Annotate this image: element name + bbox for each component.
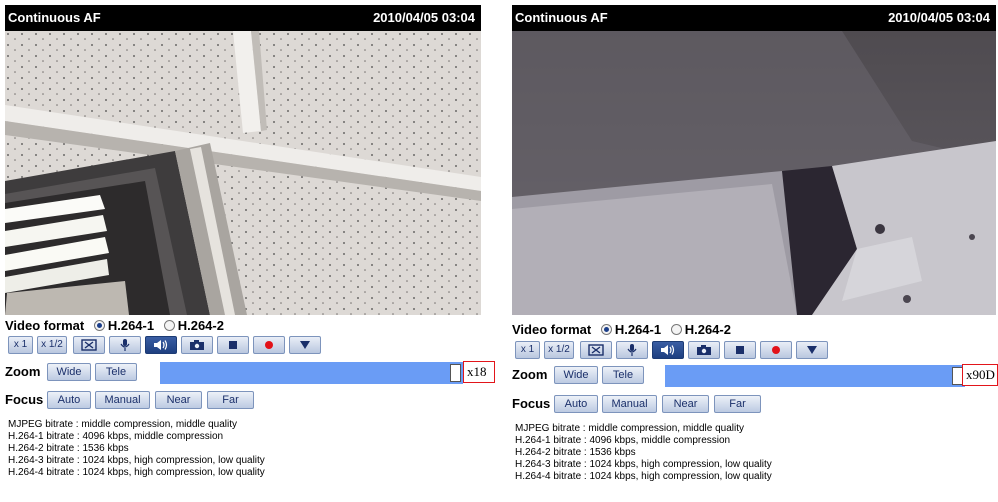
more-options-button[interactable] [796, 341, 828, 359]
format-option-label: H.264-1 [107, 318, 155, 333]
focus-near-button[interactable]: Near [155, 391, 202, 409]
bitrate-line: MJPEG bitrate : middle compression, midd… [8, 419, 237, 430]
more-options-button[interactable] [289, 336, 321, 354]
camera-icon [190, 340, 204, 350]
record-icon [772, 346, 780, 354]
fit-screen-button[interactable] [73, 336, 105, 354]
focus-manual-button[interactable]: Manual [95, 391, 150, 409]
zoom-x1-button[interactable]: x 1 [515, 341, 540, 359]
zoom-wide-button[interactable]: Wide [47, 363, 91, 381]
focus-auto-button[interactable]: Auto [554, 395, 598, 413]
bitrate-line: H.264-4 bitrate : 1024 kbps, high compre… [515, 471, 772, 482]
zoom-half-button[interactable]: x 1/2 [37, 336, 67, 354]
zoom-slider[interactable] [160, 362, 463, 384]
record-icon [265, 341, 273, 349]
zoom-slider-thumb[interactable] [450, 364, 461, 382]
video-format-row: Video format H.264-1 H.264-2 [512, 322, 731, 338]
zoom-value: x90D [962, 364, 998, 386]
microphone-button[interactable] [109, 336, 141, 354]
stop-icon [736, 346, 744, 354]
format-option-label: H.264-2 [684, 322, 731, 337]
focus-auto-button[interactable]: Auto [47, 391, 91, 409]
format-radio-h264-2[interactable] [670, 324, 682, 335]
fit-screen-icon [81, 339, 97, 351]
bitrate-line: H.264-1 bitrate : 4096 kbps, middle comp… [515, 435, 731, 446]
format-radio-h264-1[interactable] [600, 324, 612, 335]
focus-label: Focus [512, 396, 551, 411]
zoom-label: Zoom [5, 364, 41, 379]
mode-title: Continuous AF [8, 10, 101, 25]
bitrate-line: H.264-2 bitrate : 1536 kbps [8, 443, 129, 454]
speaker-button[interactable] [652, 341, 684, 359]
focus-label: Focus [5, 392, 44, 407]
zoom-label: Zoom [512, 367, 548, 382]
record-button[interactable] [253, 336, 285, 354]
format-option-label: H.264-2 [177, 318, 224, 333]
mode-title: Continuous AF [515, 10, 608, 25]
focus-far-button[interactable]: Far [207, 391, 254, 409]
bitrate-line: H.264-2 bitrate : 1536 kbps [515, 447, 636, 458]
stop-button[interactable] [724, 341, 756, 359]
camera-panel-left: Continuous AF 2010/04/05 03:04 Video for… [0, 0, 495, 502]
snapshot-button[interactable] [181, 336, 213, 354]
zoom-x1-button[interactable]: x 1 [8, 336, 33, 354]
format-radio-h264-2[interactable] [163, 320, 175, 331]
bitrate-line: MJPEG bitrate : middle compression, midd… [515, 423, 744, 434]
zoom-tele-button[interactable]: Tele [602, 366, 644, 384]
video-view[interactable] [512, 31, 996, 315]
zoom-tele-button[interactable]: Tele [95, 363, 137, 381]
record-button[interactable] [760, 341, 792, 359]
focus-near-button[interactable]: Near [662, 395, 709, 413]
bitrate-line: H.264-3 bitrate : 1024 kbps, high compre… [515, 459, 772, 470]
zoom-value: x18 [463, 361, 495, 383]
bitrate-info: MJPEG bitrate : middle compression, midd… [515, 423, 772, 483]
timestamp: 2010/04/05 03:04 [373, 10, 475, 25]
bitrate-line: H.264-4 bitrate : 1024 kbps, high compre… [8, 467, 265, 478]
stop-button[interactable] [217, 336, 249, 354]
zoom-half-button[interactable]: x 1/2 [544, 341, 574, 359]
video-title-bar: Continuous AF 2010/04/05 03:04 [512, 5, 996, 31]
focus-manual-button[interactable]: Manual [602, 395, 657, 413]
microphone-button[interactable] [616, 341, 648, 359]
bitrate-line: H.264-3 bitrate : 1024 kbps, high compre… [8, 455, 265, 466]
timestamp: 2010/04/05 03:04 [888, 10, 990, 25]
speaker-icon [661, 345, 675, 355]
dropdown-arrow-icon [300, 341, 310, 349]
dropdown-arrow-icon [807, 346, 817, 354]
bitrate-info: MJPEG bitrate : middle compression, midd… [8, 419, 265, 479]
stop-icon [229, 341, 237, 349]
format-radio-h264-1[interactable] [93, 320, 105, 331]
snapshot-button[interactable] [688, 341, 720, 359]
video-format-row: Video format H.264-1 H.264-2 [5, 318, 224, 334]
microphone-icon [120, 339, 130, 351]
speaker-button[interactable] [145, 336, 177, 354]
zoom-wide-button[interactable]: Wide [554, 366, 598, 384]
video-format-label: Video format [512, 322, 592, 337]
bitrate-line: H.264-1 bitrate : 4096 kbps, middle comp… [8, 431, 224, 442]
camera-icon [697, 345, 711, 355]
fit-screen-icon [588, 344, 604, 356]
speaker-icon [154, 340, 168, 350]
video-title-bar: Continuous AF 2010/04/05 03:04 [5, 5, 481, 31]
video-view[interactable] [5, 31, 481, 315]
fit-screen-button[interactable] [580, 341, 612, 359]
microphone-icon [627, 344, 637, 356]
camera-panel-right: Continuous AF 2010/04/05 03:04 Video for… [507, 0, 998, 502]
format-option-label: H.264-1 [614, 322, 662, 337]
focus-far-button[interactable]: Far [714, 395, 761, 413]
video-format-label: Video format [5, 318, 85, 333]
zoom-slider[interactable] [665, 365, 965, 387]
